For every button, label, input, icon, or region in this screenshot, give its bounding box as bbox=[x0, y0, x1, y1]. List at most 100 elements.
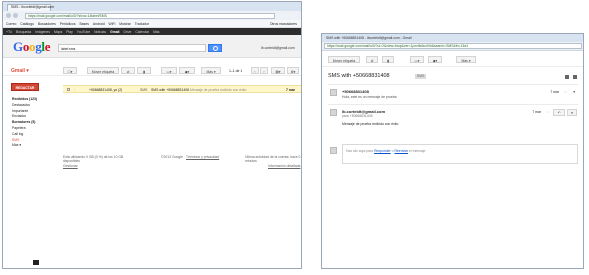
bookmark-item[interactable]: Buscadores bbox=[38, 22, 56, 26]
row-snippet: Mensaje de prueba recibido con éxito bbox=[190, 87, 247, 92]
more-button[interactable]: Más ▾ bbox=[456, 56, 476, 63]
folder-button[interactable]: ▭▾ bbox=[161, 67, 177, 74]
storage-info: Está utilizando 0 GB (0 %) de los 10 GB … bbox=[63, 155, 124, 163]
select-checkbox-button[interactable]: ☐▾ bbox=[63, 67, 77, 74]
gmail-browser-window: SMS - lbcorteldt@gmail.com https://mail.… bbox=[2, 1, 302, 269]
next-page-button[interactable]: › bbox=[260, 67, 268, 74]
forward-icon[interactable] bbox=[13, 13, 18, 18]
move-label-button[interactable]: Mover etiqueta bbox=[328, 56, 360, 63]
label-button[interactable]: ◆▾ bbox=[428, 56, 442, 63]
new-window-icon[interactable] bbox=[573, 75, 577, 79]
reply-button[interactable]: ↶ bbox=[553, 109, 565, 116]
topbar-item[interactable]: Calendar bbox=[135, 30, 149, 34]
message-row[interactable]: ☆ +50668831408, yo (2) SMS SMS with +506… bbox=[63, 85, 301, 93]
prev-page-button[interactable]: ‹ bbox=[251, 67, 259, 74]
spam-button[interactable]: ⊘ bbox=[121, 67, 135, 74]
divider bbox=[328, 84, 578, 85]
compose-button[interactable]: REDACTAR bbox=[11, 83, 39, 91]
message-sender[interactable]: +50668831408 bbox=[342, 89, 369, 94]
folder-button[interactable]: ▭▾ bbox=[410, 56, 424, 63]
avatar bbox=[330, 147, 337, 154]
avatar bbox=[330, 89, 337, 96]
reply-text: para bbox=[365, 149, 375, 153]
search-icon bbox=[213, 46, 218, 51]
bookmark-item[interactable]: Traductor bbox=[135, 22, 149, 26]
message-body: Hola, este es un mensaje de prueba bbox=[342, 95, 397, 99]
window-titlebar: SMS - lbcorteldt@gmail.com bbox=[3, 2, 301, 16]
address-bar-row: https://mail.google.com/mail/u/0/?ui=2&v… bbox=[322, 42, 583, 51]
back-icon[interactable] bbox=[6, 13, 11, 18]
google-logo[interactable]: Google bbox=[13, 40, 51, 54]
message-menu-icon[interactable]: ▾ bbox=[573, 90, 575, 94]
reply-suffix: el mensaje bbox=[408, 149, 426, 153]
topbar-item[interactable]: Búsqueda bbox=[16, 30, 31, 34]
label-button[interactable]: ◆▾ bbox=[179, 67, 195, 74]
window-controls bbox=[272, 3, 300, 16]
popout-message-window: SMS with +50668831408 - lbcorteldt@gmail… bbox=[321, 33, 584, 269]
topbar-item[interactable]: Imágenes bbox=[35, 30, 50, 34]
url-field[interactable]: https://mail.google.com/mail/u/0/?ui=2&v… bbox=[324, 43, 582, 49]
bookmark-item[interactable]: Periódicos bbox=[60, 22, 76, 26]
terms-link[interactable]: Términos y privacidad bbox=[186, 155, 219, 159]
chat-icon[interactable] bbox=[33, 260, 39, 265]
topbar-item[interactable]: YouTube bbox=[77, 30, 90, 34]
activity-details-link[interactable]: Información detallada bbox=[268, 164, 300, 168]
bookmark-item-other[interactable]: Otros marcadores bbox=[270, 22, 297, 26]
last-activity: Última actividad de la cuenta: hace 0 mi… bbox=[245, 155, 301, 163]
bookmark-item[interactable]: Correo bbox=[6, 22, 16, 26]
view-toggle-button[interactable]: ▤▾ bbox=[271, 67, 285, 74]
topbar-item[interactable]: Más bbox=[153, 30, 159, 34]
bookmark-item[interactable]: Mostrar bbox=[119, 22, 131, 26]
search-input[interactable]: label:sms bbox=[58, 44, 206, 52]
topbar-item-gmail[interactable]: Gmail bbox=[110, 30, 119, 34]
message-time: 7 mar bbox=[550, 90, 559, 94]
browser-tab[interactable]: SMS - lbcorteldt@gmail.com bbox=[7, 4, 55, 11]
reply-link[interactable]: Responder bbox=[374, 149, 391, 153]
avatar bbox=[330, 109, 337, 116]
delete-button[interactable]: ▮ bbox=[137, 67, 151, 74]
url-field[interactable]: https://mail.google.com/mail/u/0/?shva=1… bbox=[25, 12, 275, 19]
message-menu-icon[interactable]: ▾ bbox=[567, 109, 577, 116]
print-icon[interactable] bbox=[565, 75, 569, 79]
sidebar-nav: Recibidos (123) Destacados Importante En… bbox=[12, 97, 52, 149]
spam-button[interactable]: ⊘ bbox=[366, 56, 378, 63]
bookmark-item[interactable]: Android bbox=[93, 22, 105, 26]
gmail-toolbar: Gmail ▾ ☐▾ Mover etiqueta ⊘ ▮ ▭▾ ◆▾ Más … bbox=[3, 58, 301, 76]
manage-storage-link[interactable]: Gestionar bbox=[63, 164, 78, 168]
topbar-item[interactable]: Play bbox=[66, 30, 73, 34]
search-button[interactable] bbox=[208, 44, 222, 52]
more-button[interactable]: Más ▾ bbox=[201, 67, 221, 74]
gmail-menu[interactable]: Gmail ▾ bbox=[11, 68, 29, 74]
url-text: https://mail.google.com/mail/u/0/?ui=2&v… bbox=[327, 44, 469, 48]
pager-text: 1–1 de 1 bbox=[229, 68, 243, 73]
topbar-item[interactable]: Noticias bbox=[94, 30, 106, 34]
label-chip[interactable]: SMS bbox=[415, 74, 427, 79]
message-recipient[interactable]: para +50668831408 bbox=[342, 114, 372, 118]
settings-button[interactable]: ⚙▾ bbox=[287, 67, 299, 74]
row-checkbox[interactable] bbox=[67, 88, 70, 91]
topbar-item[interactable]: Maps bbox=[54, 30, 62, 34]
row-sender: +50668831408, yo (2) bbox=[89, 87, 123, 92]
thread-subject: SMS with +50668831408 bbox=[328, 73, 390, 79]
forward-link[interactable]: Reenviar bbox=[394, 149, 408, 153]
star-icon[interactable]: ☆ bbox=[546, 110, 549, 114]
account-email[interactable]: lb.corteldt@gmail.com bbox=[261, 46, 295, 50]
star-icon[interactable]: ☆ bbox=[564, 90, 567, 94]
bookmark-item[interactable]: Bases bbox=[80, 22, 89, 26]
window-title: SMS with +50668831408 - lbcorteldt@gmail… bbox=[326, 36, 412, 40]
url-text: https://mail.google.com/mail/u/0/?shva=1… bbox=[28, 13, 107, 18]
delete-button[interactable]: ▮ bbox=[382, 56, 394, 63]
sidebar-item-more[interactable]: Más ▾ bbox=[12, 143, 52, 149]
bookmark-item[interactable]: WiFi bbox=[109, 22, 116, 26]
window-titlebar: SMS with +50668831408 - lbcorteldt@gmail… bbox=[322, 34, 583, 48]
star-icon[interactable]: ☆ bbox=[73, 88, 76, 92]
divider bbox=[328, 104, 578, 105]
bookmark-item[interactable]: Catálogo bbox=[20, 22, 34, 26]
move-label-button[interactable]: Mover etiqueta bbox=[87, 67, 119, 74]
tab-title: SMS - lbcorteldt@gmail.com bbox=[11, 5, 55, 9]
reply-prefix: Haz clic aquí bbox=[346, 149, 366, 153]
row-subject: SMS with +50668831408 bbox=[151, 87, 189, 92]
topbar-item[interactable]: +Tú bbox=[6, 30, 12, 34]
reply-box[interactable]: Haz clic aquí para Responder o Reenviar … bbox=[342, 144, 578, 164]
topbar-item[interactable]: Drive bbox=[123, 30, 131, 34]
